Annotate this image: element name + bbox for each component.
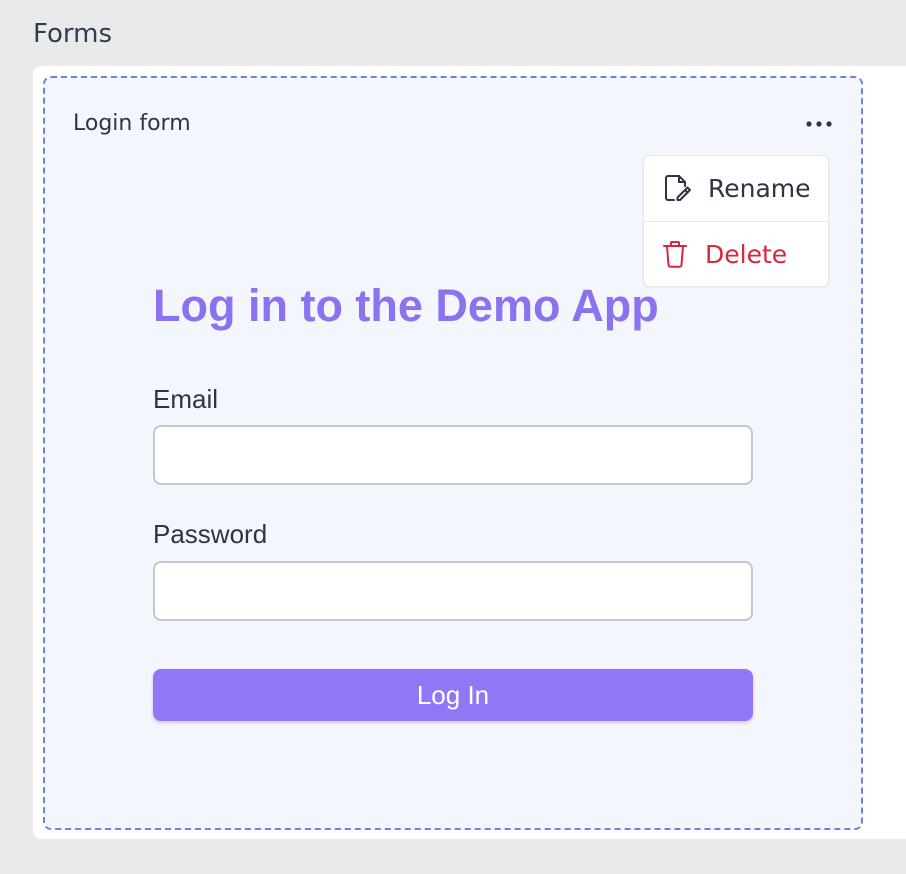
login-button[interactable]: Log In xyxy=(153,669,753,721)
more-horizontal-icon xyxy=(806,121,832,127)
email-field[interactable] xyxy=(153,425,753,485)
card-title: Login form xyxy=(73,111,191,136)
menu-item-delete-label: Delete xyxy=(705,239,788,269)
menu-item-delete[interactable]: Delete xyxy=(644,222,828,286)
menu-item-rename[interactable]: Rename xyxy=(644,156,828,220)
email-label: Email xyxy=(153,384,219,414)
card-options-menu: Rename Delete xyxy=(643,155,829,287)
section-title: Forms xyxy=(33,19,113,49)
password-field[interactable] xyxy=(153,561,753,621)
file-edit-icon xyxy=(660,172,692,204)
trash-icon xyxy=(659,238,691,270)
menu-item-rename-label: Rename xyxy=(708,173,811,203)
form-heading: Log in to the Demo App xyxy=(153,280,659,331)
more-options-button[interactable] xyxy=(802,110,836,138)
password-label: Password xyxy=(153,519,268,549)
